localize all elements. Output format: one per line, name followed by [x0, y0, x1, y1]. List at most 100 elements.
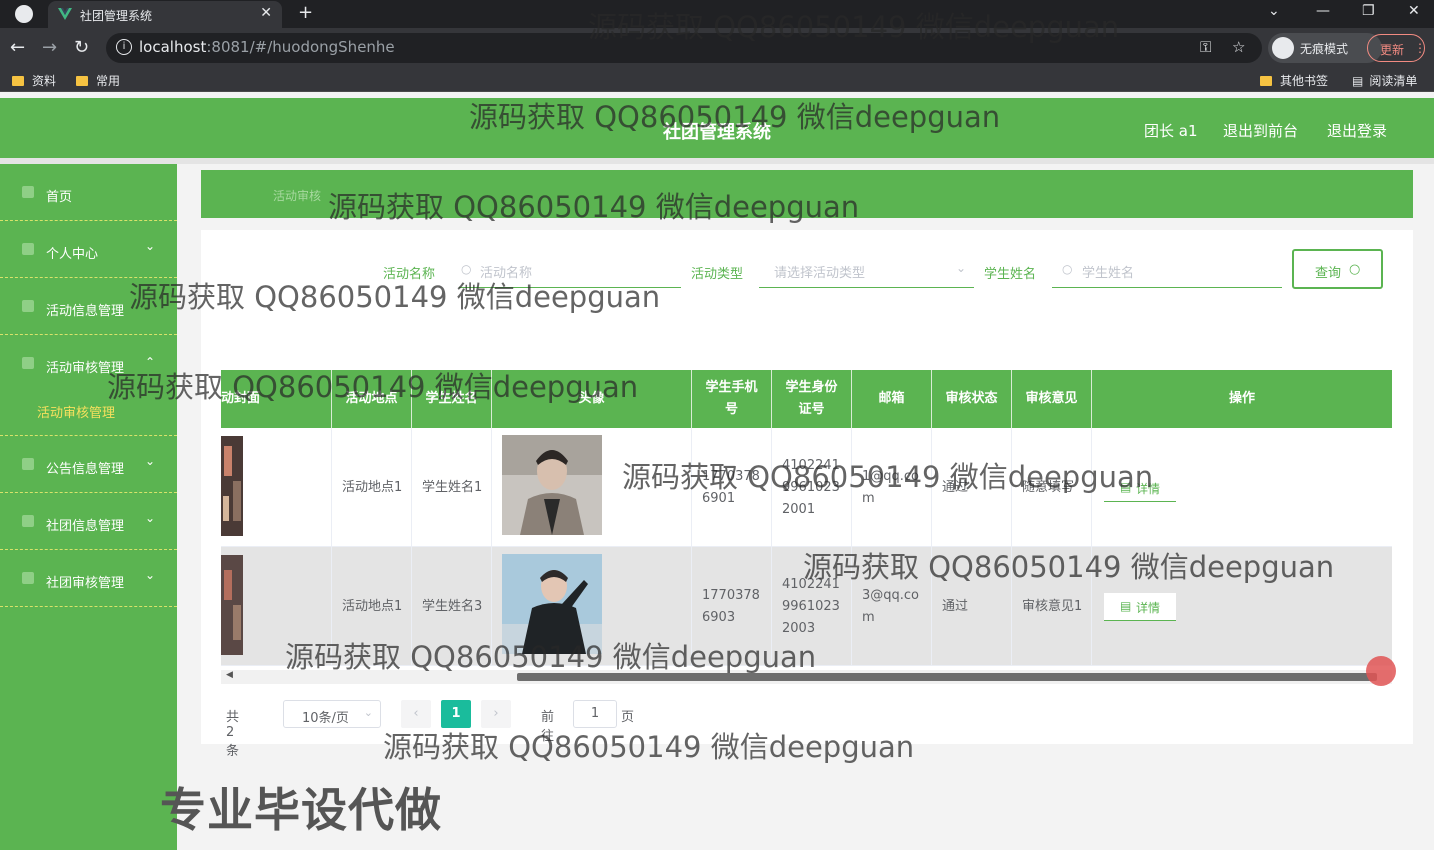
mouse-cursor-highlight [1366, 656, 1396, 686]
folder-icon [76, 76, 88, 86]
col-status: 审核状态 [932, 370, 1012, 428]
sidebar-item-label: 首页 [46, 190, 73, 205]
watermark: 源码获取 QQ86050149 微信deepguan [328, 190, 860, 224]
col-idcard: 学生身份证号 [772, 370, 852, 428]
sidebar-item-label: 社团审核管理 [46, 576, 125, 591]
pagination-total: 共 2 条 [226, 710, 240, 759]
student-name-label: 学生姓名 [984, 267, 1037, 282]
col-email: 邮箱 [852, 370, 932, 428]
sidebar-item-home[interactable]: 首页 [0, 164, 177, 221]
key-icon[interactable]: ⚿ [1200, 38, 1211, 56]
location-text: 活动地点1 [342, 479, 403, 495]
query-button[interactable]: 查询 ○ [1292, 249, 1383, 289]
incognito-badge[interactable]: 无痕模式 [1268, 33, 1382, 63]
page-size-value: 10条/页 [302, 711, 349, 726]
query-label: 查询 [1315, 266, 1342, 281]
col-status-label: 审核状态 [945, 391, 998, 406]
vue-logo-icon [58, 8, 72, 20]
reading-list-icon: ▤ [1352, 74, 1364, 88]
new-tab-icon[interactable]: + [298, 2, 313, 23]
col-idcard-label: 学生身份证号 [785, 380, 838, 417]
watermark-big: 专业毕设代做 [160, 783, 442, 837]
watermark: 源码获取 QQ86050149 微信deepguan [285, 640, 817, 674]
detail-button[interactable]: ▤ 详情 [1104, 593, 1176, 621]
browser-menu-icon[interactable] [15, 5, 33, 23]
watermark: 源码获取 QQ86050149 微信deepguan [107, 370, 639, 404]
forward-icon[interactable]: → [42, 37, 57, 58]
chevron-down-icon: ⌄ [955, 261, 966, 275]
bookmark-star-icon[interactable]: ☆ [1232, 38, 1245, 56]
student-text: 学生姓名1 [422, 479, 483, 495]
back-to-front-link[interactable]: 退出到前台 [1223, 120, 1298, 141]
chevron-down-icon: ⌄ [363, 706, 373, 719]
watermark: 源码获取 QQ86050149 微信deepguan [129, 280, 661, 314]
bookmark-label: 资料 [32, 74, 57, 88]
grid-icon [22, 300, 34, 312]
review-table: 动封面 活动地点 学生姓名 头像 学生手机号 学生身份证号 邮箱 审核状态 审核… [221, 370, 1392, 670]
update-button[interactable]: 更新 ⋮ [1367, 34, 1426, 62]
search-icon: ○ [1062, 262, 1073, 276]
sidebar-item-club-review[interactable]: 社团审核管理 ⌄ [0, 550, 177, 607]
home-icon [22, 186, 34, 198]
incognito-icon [1272, 37, 1294, 59]
other-bookmarks[interactable]: 其他书签 [1260, 72, 1328, 89]
update-label: 更新 [1380, 43, 1405, 57]
detail-label: 详情 [1136, 601, 1161, 615]
sidebar: 首页 个人中心 ⌄ 活动信息管理 活动审核管理 ⌃ 活动审核管理 公告信息管理 … [0, 164, 177, 850]
url-path: :8081/#/huodongShenhe [206, 38, 395, 56]
bookmarks-bar: 资料 常用 其他书签 ▤ 阅读清单 [0, 68, 1434, 92]
bookmark-folder[interactable]: 资料 [12, 72, 56, 89]
tab-close-icon[interactable]: ✕ [260, 5, 272, 21]
watermark: 源码获取 QQ86050149 微信deepguan [469, 100, 1001, 134]
student-name-input[interactable]: ○ 学生姓名 [1052, 252, 1282, 288]
bookmark-label: 常用 [96, 74, 121, 88]
back-icon[interactable]: ← [10, 37, 25, 58]
restore-icon[interactable]: ❐ [1362, 3, 1375, 19]
current-user: 团长 a1 [1144, 122, 1198, 140]
grid-icon [22, 357, 34, 369]
grid-icon [22, 458, 34, 470]
bookmark-folder[interactable]: 常用 [76, 72, 120, 89]
sidebar-item-label: 活动信息管理 [46, 304, 125, 319]
cell-student: 学生姓名1 [412, 428, 492, 547]
window-close-icon[interactable]: ✕ [1408, 3, 1420, 19]
sidebar-item-notice-info[interactable]: 公告信息管理 ⌄ [0, 436, 177, 493]
sidebar-item-club-info[interactable]: 社团信息管理 ⌄ [0, 493, 177, 550]
col-opinion: 审核意见 [1012, 370, 1092, 428]
url-host: localhost [139, 38, 207, 56]
minimize-icon[interactable]: — [1316, 3, 1330, 19]
browser-tab[interactable]: 社团管理系统 ✕ [48, 1, 282, 28]
logout-link[interactable]: 退出登录 [1327, 120, 1387, 141]
watermark: 源码获取 QQ86050149 微信deepguan [588, 10, 1120, 44]
col-opinion-label: 审核意见 [1025, 391, 1078, 406]
sidebar-item-label: 个人中心 [46, 247, 99, 262]
sidebar-item-label: 社团信息管理 [46, 519, 125, 534]
student-name-placeholder: 学生姓名 [1082, 266, 1135, 281]
search-icon: ○ [1349, 262, 1361, 277]
page-size-select[interactable]: 10条/页 ⌄ [283, 700, 381, 728]
user-icon [22, 243, 34, 255]
sidebar-item-label: 公告信息管理 [46, 462, 125, 477]
scroll-left-icon[interactable]: ◀ [226, 670, 233, 680]
chevron-down-icon: ⌄ [145, 568, 156, 582]
col-phone: 学生手机号 [692, 370, 772, 428]
col-phone-label: 学生手机号 [705, 380, 758, 417]
watermark: 源码获取 QQ86050149 微信deepguan [383, 730, 915, 764]
page-unit-label: 页 [621, 710, 635, 725]
col-action-label: 操作 [1228, 391, 1255, 406]
activity-cover-image [221, 555, 243, 655]
chevron-down-icon: ⌄ [145, 511, 156, 525]
activity-type-select[interactable]: 请选择活动类型 ⌄ [759, 252, 974, 288]
col-action: 操作 [1092, 370, 1392, 428]
folder-icon [12, 76, 24, 86]
breadcrumb-label: 活动审核 [273, 189, 322, 203]
tab-search-icon[interactable]: ⌄ [1268, 3, 1280, 19]
sidebar-item-personal-center[interactable]: 个人中心 ⌄ [0, 221, 177, 278]
user-icon [22, 515, 34, 527]
reading-list[interactable]: ▤ 阅读清单 [1352, 72, 1417, 89]
site-info-icon[interactable]: i [116, 39, 132, 55]
cell-location: 活动地点1 [332, 428, 412, 547]
submenu-item-label: 活动审核管理 [37, 406, 116, 421]
bookmark-label: 其他书签 [1280, 74, 1329, 88]
reload-icon[interactable]: ↻ [74, 37, 89, 58]
